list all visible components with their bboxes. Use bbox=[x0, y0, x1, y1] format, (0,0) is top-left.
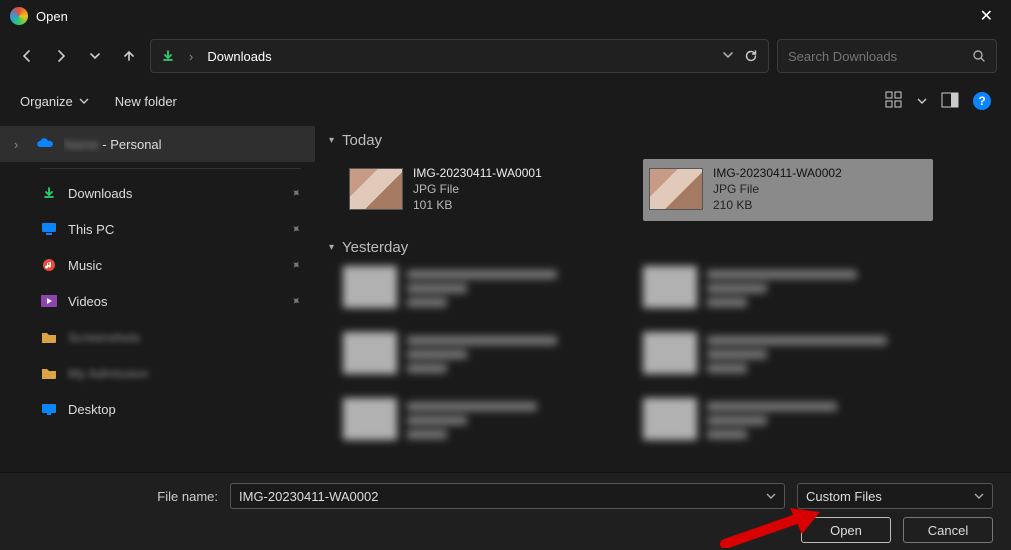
sidebar-item-screenshots[interactable]: Screenshots bbox=[0, 319, 315, 355]
close-icon[interactable]: ✕ bbox=[972, 2, 1001, 30]
sidebar-item-label: Music bbox=[68, 258, 281, 273]
search-input[interactable] bbox=[788, 49, 972, 64]
chrome-icon bbox=[10, 7, 28, 25]
up-button[interactable] bbox=[116, 43, 142, 69]
preview-pane-button[interactable] bbox=[941, 91, 959, 112]
file-item[interactable] bbox=[643, 398, 933, 454]
refresh-button[interactable] bbox=[744, 49, 758, 63]
video-icon bbox=[40, 295, 58, 307]
forward-button[interactable] bbox=[48, 43, 74, 69]
cancel-button[interactable]: Cancel bbox=[903, 517, 993, 543]
chevron-down-icon: ▾ bbox=[329, 135, 334, 146]
group-label: Today bbox=[342, 132, 382, 149]
file-item[interactable] bbox=[343, 266, 633, 322]
sidebar-item-admission[interactable]: My Admission bbox=[0, 355, 315, 391]
group-yesterday[interactable]: ▾ Yesterday bbox=[323, 229, 1011, 262]
chevron-down-icon: ▾ bbox=[329, 242, 334, 253]
sidebar-item-label: Videos bbox=[68, 294, 281, 309]
monitor-icon bbox=[40, 222, 58, 236]
sidebar-item-downloads[interactable]: Downloads ✦ bbox=[0, 175, 315, 211]
main-split: › Name - Personal Downloads ✦ This PC ✦ … bbox=[0, 122, 1011, 472]
organize-button[interactable]: Organize bbox=[20, 94, 89, 109]
sidebar-item-music[interactable]: Music ✦ bbox=[0, 247, 315, 283]
address-bar[interactable]: › Downloads bbox=[150, 39, 769, 73]
organize-label: Organize bbox=[20, 94, 73, 109]
sidebar-item-label: Desktop bbox=[68, 402, 301, 417]
folder-icon bbox=[40, 331, 58, 343]
file-type: JPG File bbox=[713, 181, 842, 197]
open-button[interactable]: Open bbox=[801, 517, 891, 543]
search-box[interactable] bbox=[777, 39, 997, 73]
filename-label: File name: bbox=[18, 489, 218, 504]
sidebar: › Name - Personal Downloads ✦ This PC ✦ … bbox=[0, 122, 315, 472]
file-type-filter[interactable]: Custom Files bbox=[797, 483, 993, 509]
pin-icon: ✦ bbox=[288, 256, 305, 273]
sidebar-item-label: This PC bbox=[68, 222, 281, 237]
file-item[interactable] bbox=[343, 332, 633, 388]
desktop-icon bbox=[40, 403, 58, 415]
chevron-right-icon: › bbox=[14, 137, 26, 152]
chevron-right-icon: › bbox=[189, 49, 193, 64]
filename-dropdown[interactable] bbox=[766, 491, 776, 501]
chevron-down-icon bbox=[974, 491, 984, 501]
sidebar-item-this-pc[interactable]: This PC ✦ bbox=[0, 211, 315, 247]
group-label: Yesterday bbox=[342, 239, 408, 256]
file-item[interactable]: IMG-20230411-WA0002 JPG File 210 KB bbox=[643, 159, 933, 221]
sidebar-item-label: My Admission bbox=[68, 366, 301, 381]
filename-input[interactable]: IMG-20230411-WA0002 bbox=[230, 483, 785, 509]
downloads-icon bbox=[161, 49, 175, 63]
thumbnail bbox=[349, 168, 403, 210]
file-size: 101 KB bbox=[413, 197, 542, 213]
filename-value: IMG-20230411-WA0002 bbox=[239, 489, 378, 504]
toolbar: Organize New folder ? bbox=[0, 80, 1011, 122]
file-item[interactable] bbox=[643, 332, 933, 388]
onedrive-icon bbox=[36, 138, 54, 150]
sidebar-item-label: Downloads bbox=[68, 186, 281, 201]
sidebar-item-label: Screenshots bbox=[68, 330, 301, 345]
address-dropdown[interactable] bbox=[722, 49, 734, 63]
thumbnail bbox=[649, 168, 703, 210]
pin-icon: ✦ bbox=[288, 220, 305, 237]
file-list: ▾ Today IMG-20230411-WA0001 JPG File 101… bbox=[315, 122, 1011, 472]
sidebar-divider bbox=[40, 168, 301, 169]
file-type: JPG File bbox=[413, 181, 542, 197]
file-item[interactable] bbox=[343, 398, 633, 454]
new-folder-button[interactable]: New folder bbox=[115, 94, 177, 109]
sidebar-personal-suffix: - Personal bbox=[99, 137, 162, 152]
search-icon bbox=[972, 49, 986, 63]
file-name: IMG-20230411-WA0002 bbox=[713, 165, 842, 181]
filter-label: Custom Files bbox=[806, 489, 882, 504]
breadcrumb[interactable]: Downloads bbox=[207, 49, 271, 64]
pin-icon: ✦ bbox=[288, 292, 305, 309]
help-icon[interactable]: ? bbox=[973, 92, 991, 110]
window-title: Open bbox=[36, 9, 68, 24]
sidebar-item-desktop[interactable]: Desktop bbox=[0, 391, 315, 427]
group-today[interactable]: ▾ Today bbox=[323, 122, 1011, 155]
back-button[interactable] bbox=[14, 43, 40, 69]
view-mode-button[interactable] bbox=[885, 91, 903, 112]
sidebar-item-videos[interactable]: Videos ✦ bbox=[0, 283, 315, 319]
file-name: IMG-20230411-WA0001 bbox=[413, 165, 542, 181]
new-folder-label: New folder bbox=[115, 94, 177, 109]
view-dropdown[interactable] bbox=[917, 96, 927, 106]
dialog-footer: File name: IMG-20230411-WA0002 Custom Fi… bbox=[0, 472, 1011, 550]
nav-row: › Downloads bbox=[0, 32, 1011, 80]
sidebar-item-onedrive[interactable]: › Name - Personal bbox=[0, 126, 315, 162]
folder-icon bbox=[40, 367, 58, 379]
pin-icon: ✦ bbox=[288, 184, 305, 201]
recent-dropdown[interactable] bbox=[82, 43, 108, 69]
file-item[interactable]: IMG-20230411-WA0001 JPG File 101 KB bbox=[343, 159, 633, 221]
file-size: 210 KB bbox=[713, 197, 842, 213]
titlebar: Open ✕ bbox=[0, 0, 1011, 32]
music-icon bbox=[40, 258, 58, 272]
file-item[interactable] bbox=[643, 266, 933, 322]
downloads-icon bbox=[40, 186, 58, 200]
